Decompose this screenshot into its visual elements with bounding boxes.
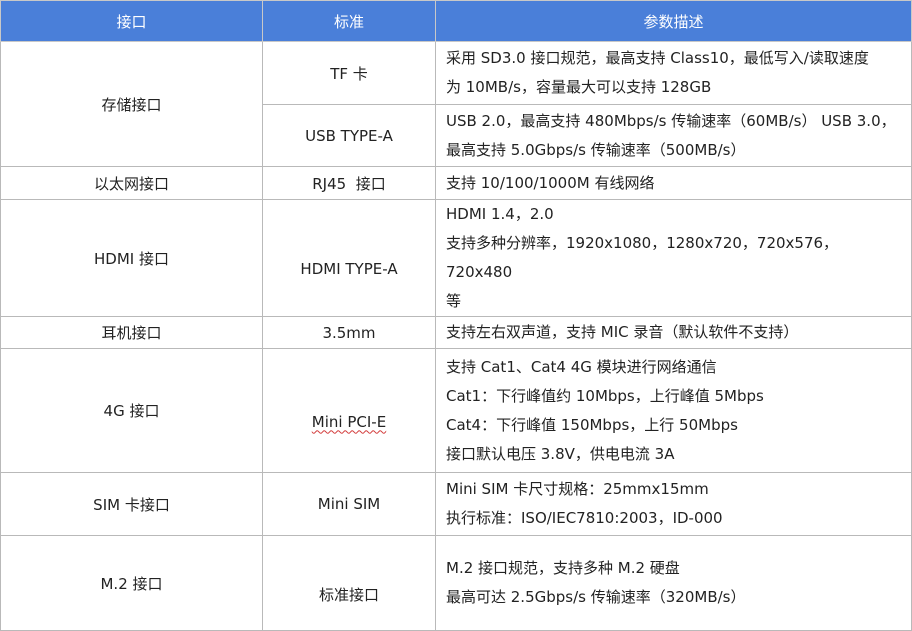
desc-cell-hdmi: HDMI 1.4，2.0 支持多种分辨率，1920x1080，1280x720，… <box>435 199 912 317</box>
interface-cell-hdmi: HDMI 接口 <box>0 199 263 317</box>
desc-line: HDMI 1.4，2.0 <box>446 205 554 223</box>
standard-text-4g: Mini PCI-E <box>311 412 387 431</box>
desc-cell-headphone: 支持左右双声道，支持 MIC 录音（默认软件不支持） <box>435 316 912 349</box>
desc-line: 接口默认电压 3.8V，供电电流 3A <box>446 444 675 463</box>
interface-cell-storage: 存储接口 <box>0 41 263 167</box>
table-header-row: 接口 标准 参数描述 <box>0 0 912 42</box>
desc-line: Cat4：下行峰值 150Mbps，上行 50Mbps <box>446 415 738 434</box>
table-row: 4G 接口 Mini PCI-E 支持 Cat1、Cat4 4G 模块进行网络通… <box>0 348 912 473</box>
standard-cell-ethernet: RJ45 接口 <box>262 166 436 200</box>
standard-cell-headphone: 3.5mm <box>262 316 436 349</box>
table-row: 以太网接口 RJ45 接口 支持 10/100/1000M 有线网络 <box>0 166 912 200</box>
standard-text-m2: 标准接口 <box>318 585 379 604</box>
desc-line: 最高支持 5.0Gbps/s 传输速率（500MB/s） <box>446 140 746 159</box>
standard-cell-m2: 标准接口 <box>262 535 436 631</box>
table-row: 耳机接口 3.5mm 支持左右双声道，支持 MIC 录音（默认软件不支持） <box>0 316 912 349</box>
standard-cell-tf: TF 卡 <box>262 41 436 105</box>
desc-cell-tf: 采用 SD3.0 接口规范，最高支持 Class10，最低写入/读取速度 为 1… <box>435 41 912 105</box>
interface-cell-headphone: 耳机接口 <box>0 316 263 349</box>
desc-line: 为 10MB/s，容量最大可以支持 128GB <box>446 78 712 96</box>
interface-spec-table: 接口 标准 参数描述 存储接口 TF 卡 采用 SD3.0 接口规范，最高支持 … <box>0 0 912 631</box>
standard-cell-sim: Mini SIM <box>262 472 436 536</box>
standard-cell-4g: Mini PCI-E <box>262 348 436 473</box>
standard-cell-usb: USB TYPE-A <box>262 104 436 167</box>
desc-line: 支持 10/100/1000M 有线网络 <box>446 173 655 192</box>
desc-line: 采用 SD3.0 接口规范，最高支持 Class10，最低写入/读取速度 <box>446 49 869 67</box>
table-row: M.2 接口 标准接口 M.2 接口规范，支持多种 M.2 硬盘 最高可达 2.… <box>0 535 912 631</box>
desc-cell-4g: 支持 Cat1、Cat4 4G 模块进行网络通信 Cat1：下行峰值约 10Mb… <box>435 348 912 473</box>
desc-line: USB 2.0，最高支持 480Mbps/s 传输速率（60MB/s） USB … <box>446 111 896 130</box>
desc-line: 支持 Cat1、Cat4 4G 模块进行网络通信 <box>446 357 717 376</box>
desc-line: 最高可达 2.5Gbps/s 传输速率（320MB/s） <box>446 588 746 606</box>
desc-cell-sim: Mini SIM 卡尺寸规格：25mmx15mm 执行标准：ISO/IEC781… <box>435 472 912 536</box>
standard-text-hdmi: HDMI TYPE-A <box>300 260 398 278</box>
header-interface: 接口 <box>0 0 263 42</box>
standard-cell-hdmi: HDMI TYPE-A <box>262 199 436 317</box>
table-row: HDMI 接口 HDMI TYPE-A HDMI 1.4，2.0 支持多种分辨率… <box>0 199 912 317</box>
desc-cell-ethernet: 支持 10/100/1000M 有线网络 <box>435 166 912 200</box>
desc-line: Mini SIM 卡尺寸规格：25mmx15mm <box>446 480 709 498</box>
desc-cell-usb: USB 2.0，最高支持 480Mbps/s 传输速率（60MB/s） USB … <box>435 104 912 167</box>
interface-cell-4g: 4G 接口 <box>0 348 263 473</box>
desc-line: M.2 接口规范，支持多种 M.2 硬盘 <box>446 559 680 577</box>
interface-cell-sim: SIM 卡接口 <box>0 472 263 536</box>
header-description: 参数描述 <box>435 0 912 42</box>
table-row: 存储接口 TF 卡 采用 SD3.0 接口规范，最高支持 Class10，最低写… <box>0 41 912 167</box>
table-row: SIM 卡接口 Mini SIM Mini SIM 卡尺寸规格：25mmx15m… <box>0 472 912 536</box>
desc-line: 支持多种分辨率，1920x1080，1280x720，720x576，720x4… <box>446 234 839 281</box>
header-standard: 标准 <box>262 0 436 42</box>
desc-line: 执行标准：ISO/IEC7810:2003，ID-000 <box>446 509 723 527</box>
desc-line: 支持左右双声道，支持 MIC 录音（默认软件不支持） <box>446 323 799 341</box>
desc-cell-m2: M.2 接口规范，支持多种 M.2 硬盘 最高可达 2.5Gbps/s 传输速率… <box>435 535 912 631</box>
interface-cell-m2: M.2 接口 <box>0 535 263 631</box>
desc-line: 等 <box>446 292 462 310</box>
interface-cell-ethernet: 以太网接口 <box>0 166 263 200</box>
desc-line: Cat1：下行峰值约 10Mbps，上行峰值 5Mbps <box>446 386 764 405</box>
